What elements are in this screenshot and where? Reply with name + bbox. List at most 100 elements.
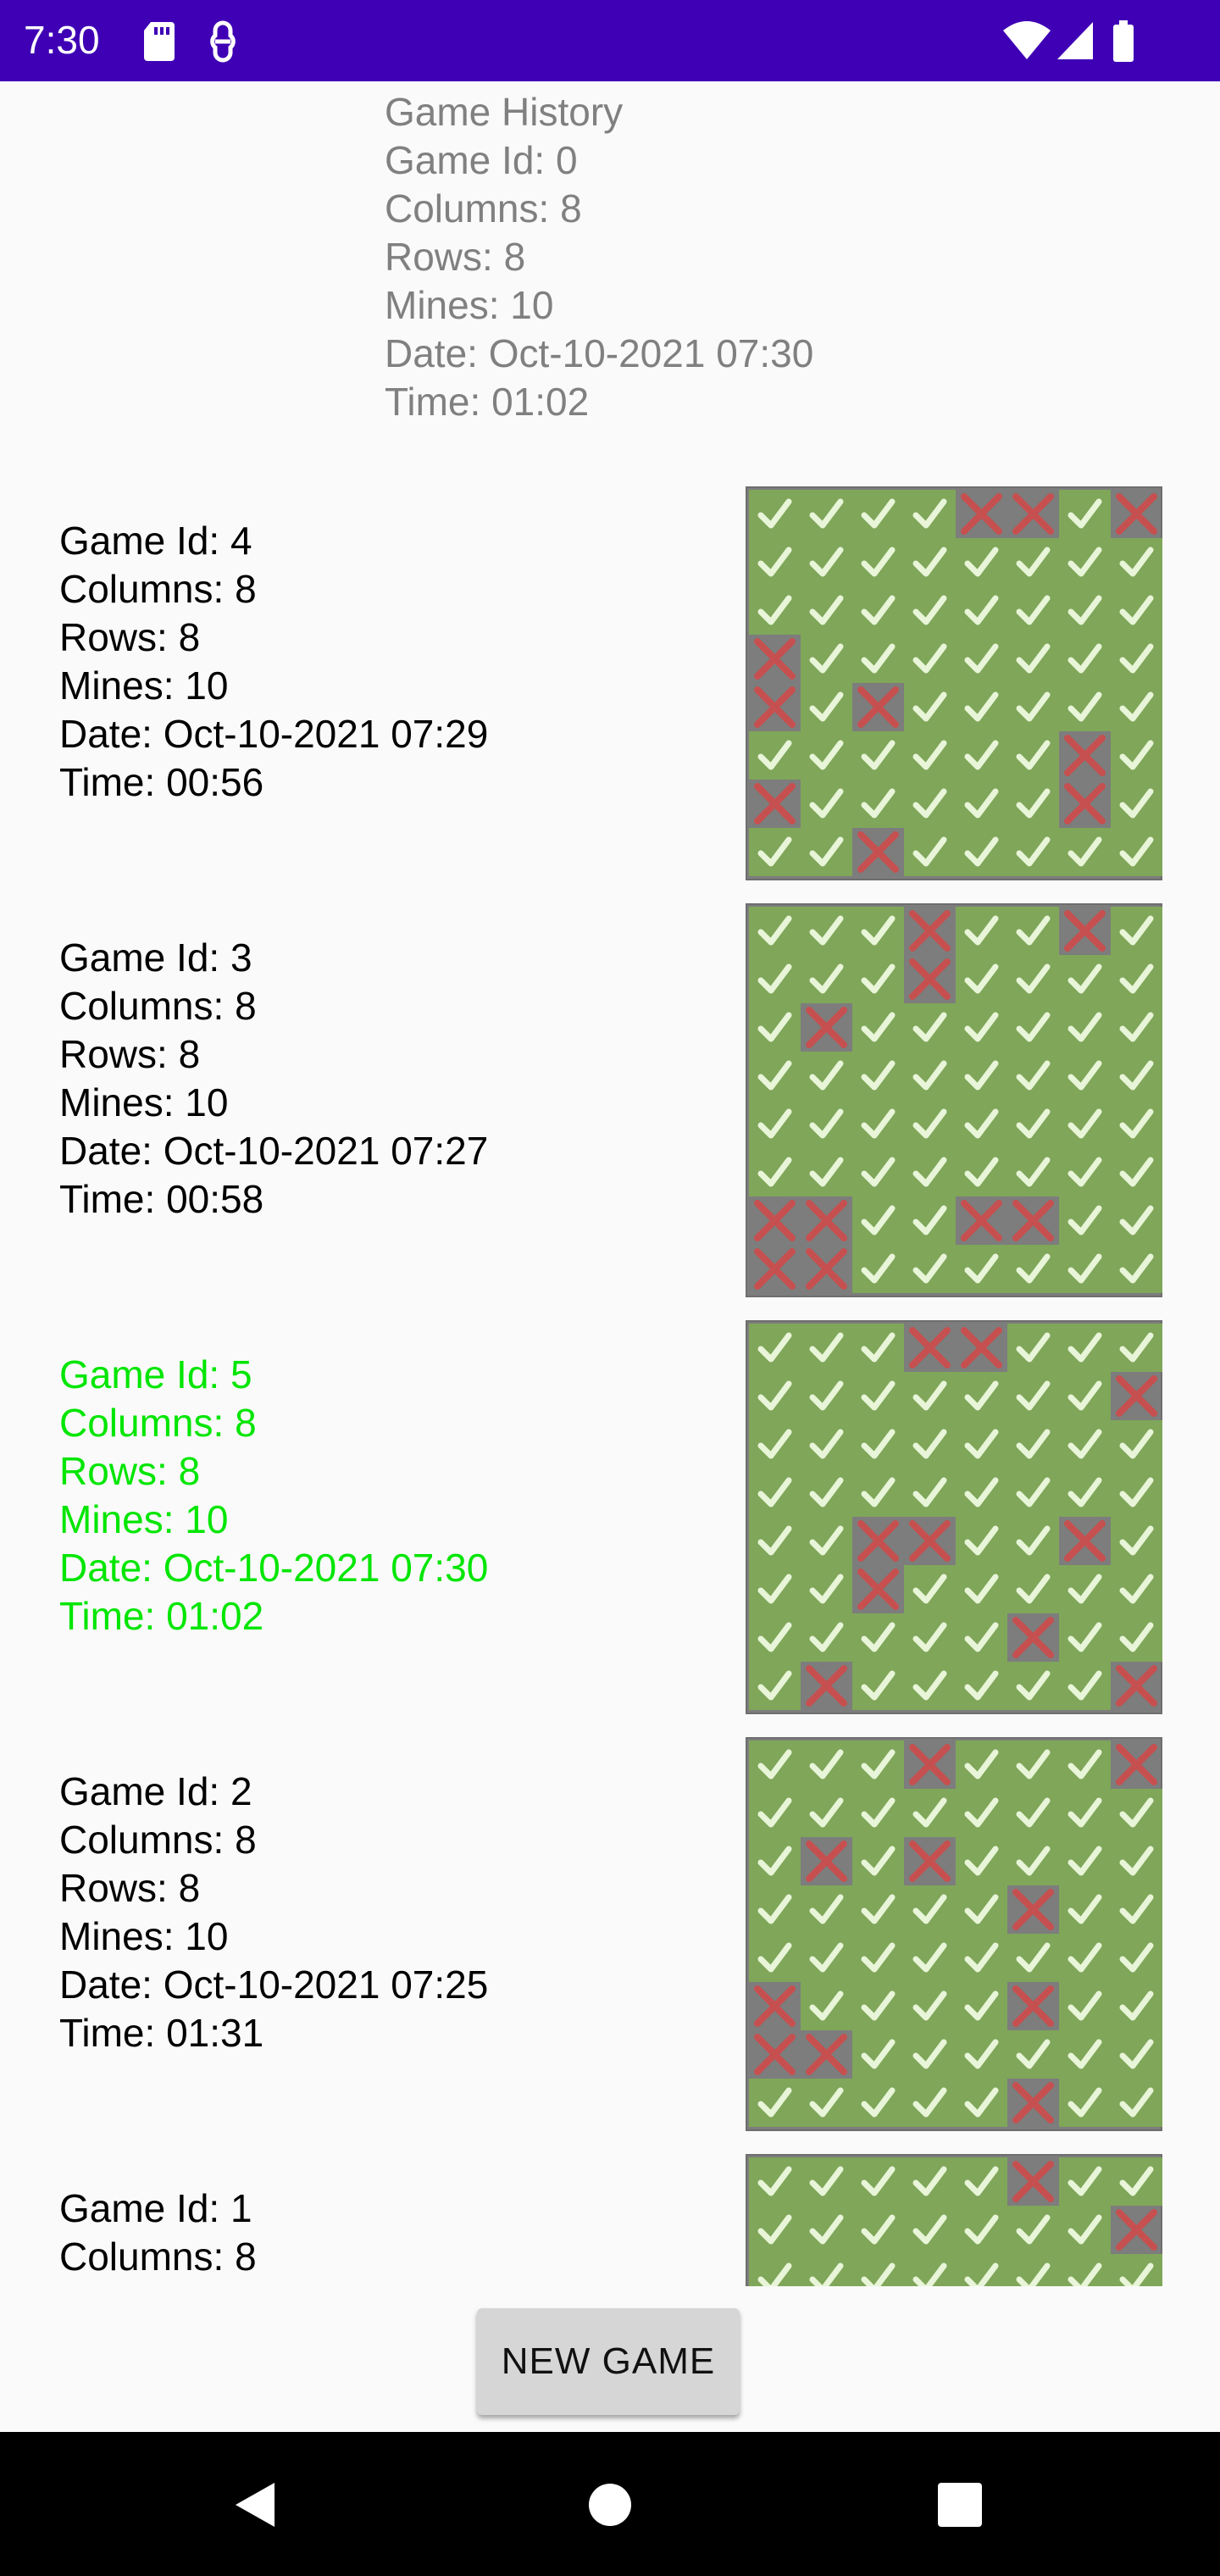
cleared-cell: [801, 683, 852, 731]
home-icon[interactable]: [586, 2481, 634, 2529]
cleared-cell: [904, 1565, 956, 1613]
game-info: Game Id: 2 Columns: 8 Rows: 8 Mines: 10 Date…: [59, 1768, 488, 2057]
cleared-cell: [904, 1662, 956, 1710]
check-icon: [1068, 2087, 1102, 2118]
check-icon: [757, 2087, 792, 2118]
check-icon: [1068, 1990, 1102, 2021]
check-icon: [861, 788, 896, 819]
check-icon: [1016, 963, 1051, 994]
cleared-cell: [749, 1148, 801, 1196]
check-icon: [912, 1060, 947, 1091]
check-icon: [1119, 1429, 1154, 1459]
check-icon: [861, 2214, 896, 2245]
cleared-cell: [956, 907, 1007, 955]
cross-icon: [1012, 1617, 1054, 1658]
cleared-cell: [749, 1565, 801, 1613]
cleared-cell: [852, 1934, 904, 1982]
game-history-list[interactable]: Game Id: 4 Columns: 8 Rows: 8 Mines: 10 Date…: [0, 486, 1220, 2286]
cleared-cell: [1007, 2030, 1059, 2079]
check-icon: [964, 1157, 999, 1187]
check-icon: [861, 498, 896, 529]
check-icon: [861, 1380, 896, 1411]
cleared-cell: [956, 1982, 1007, 2030]
page-title: Game History: [385, 90, 624, 134]
back-icon[interactable]: [230, 2479, 278, 2530]
mine-cell: [749, 683, 801, 731]
cleared-cell: [1111, 1517, 1162, 1565]
cleared-cell: [749, 2157, 801, 2206]
mine-cell: [1007, 1982, 1059, 2030]
cleared-cell: [749, 1100, 801, 1148]
game-history-item[interactable]: Game Id: 2 Columns: 8 Rows: 8 Mines: 10 Date…: [0, 1737, 1220, 2154]
cleared-cell: [956, 1148, 1007, 1196]
check-icon: [809, 2087, 844, 2118]
game-history-item[interactable]: Game Id: 1Columns: 8Rows: 8Mines: 10Date…: [0, 2154, 1220, 2286]
mine-cell: [852, 1565, 904, 1613]
game-history-item[interactable]: Game Id: 3 Columns: 8 Rows: 8 Mines: 10 Date…: [0, 903, 1220, 1320]
check-icon: [912, 836, 947, 867]
current-game-summary: Game History Game Id: 0 Columns: 8 Rows:…: [385, 88, 813, 426]
cross-icon: [961, 1327, 1002, 1368]
cleared-cell: [852, 907, 904, 955]
game-columns: Columns: 8: [59, 1818, 257, 1862]
check-icon: [912, 1012, 947, 1042]
cleared-cell: [1059, 538, 1111, 586]
check-icon: [912, 498, 947, 529]
new-game-button[interactable]: NEW GAME: [477, 2308, 740, 2415]
cleared-cell: [852, 538, 904, 586]
check-icon: [757, 1012, 792, 1042]
check-icon: [1119, 1157, 1154, 1187]
check-icon: [964, 2087, 999, 2118]
cleared-cell: [1059, 1662, 1111, 1710]
check-icon: [1068, 1894, 1102, 1924]
check-icon: [809, 1622, 844, 1652]
check-icon: [861, 1477, 896, 1507]
cross-icon: [806, 1248, 847, 1290]
mine-cell: [904, 907, 956, 955]
check-icon: [757, 1429, 792, 1459]
cross-icon: [754, 686, 796, 728]
check-icon: [964, 2262, 999, 2286]
cleared-cell: [1059, 2254, 1111, 2286]
cleared-cell: [956, 828, 1007, 876]
cross-icon: [909, 1744, 951, 1785]
cleared-cell: [852, 1740, 904, 1789]
cleared-cell: [749, 1372, 801, 1420]
cross-icon: [909, 910, 951, 952]
cleared-cell: [956, 1468, 1007, 1517]
cleared-cell: [749, 1885, 801, 1934]
game-date: Date: Oct-10-2021 07:30: [59, 1546, 489, 1590]
cleared-cell: [904, 2079, 956, 2127]
cleared-cell: [749, 1934, 801, 1982]
check-icon: [757, 1332, 792, 1363]
sim-icon: [210, 20, 236, 63]
check-icon: [1016, 1525, 1051, 1556]
cleared-cell: [904, 683, 956, 731]
game-history-item[interactable]: Game Id: 4 Columns: 8 Rows: 8 Mines: 10 Date…: [0, 486, 1220, 903]
check-icon: [861, 1797, 896, 1828]
check-icon: [1068, 1574, 1102, 1604]
cleared-cell: [956, 1740, 1007, 1789]
cleared-cell: [1059, 1565, 1111, 1613]
header-date: Date: Oct-10-2021 07:30: [385, 331, 814, 375]
check-icon: [912, 1108, 947, 1139]
check-icon: [809, 1380, 844, 1411]
check-icon: [1119, 2087, 1154, 2118]
mine-cell: [904, 1740, 956, 1789]
check-icon: [809, 740, 844, 770]
cleared-cell: [1059, 683, 1111, 731]
game-history-item[interactable]: Game Id: 5 Columns: 8 Rows: 8 Mines: 10 Date…: [0, 1320, 1220, 1737]
cleared-cell: [904, 1468, 956, 1517]
check-icon: [809, 547, 844, 577]
cross-icon: [1116, 493, 1157, 535]
cleared-cell: [1059, 1372, 1111, 1420]
check-icon: [861, 1749, 896, 1779]
cleared-cell: [801, 2206, 852, 2254]
recents-icon[interactable]: [937, 2483, 983, 2527]
cross-icon: [1012, 1200, 1054, 1241]
check-icon: [1016, 1108, 1051, 1139]
game-columns: Columns: 8: [59, 1401, 257, 1445]
mine-cell: [852, 683, 904, 731]
check-icon: [1068, 691, 1102, 722]
check-icon: [912, 2214, 947, 2245]
